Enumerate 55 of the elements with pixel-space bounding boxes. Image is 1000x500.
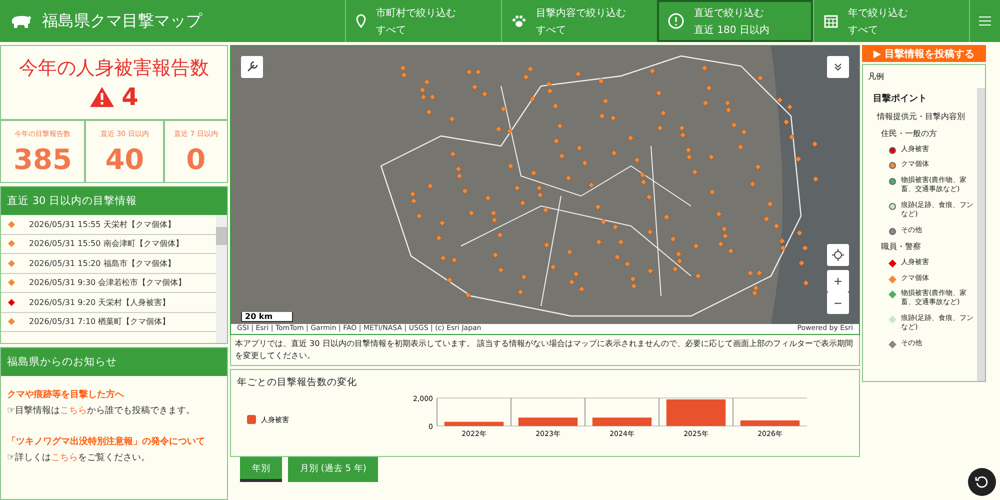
map-pin-icon <box>356 14 366 28</box>
bar <box>592 417 652 426</box>
chart-title: 年ごとの目撃報告数の変化 <box>237 376 358 389</box>
notice-text: ☞目撃情報はこちらから誰でも投稿できます。 <box>7 404 196 417</box>
stat-value: 40 <box>105 143 144 176</box>
locate-icon <box>832 249 844 261</box>
scrollbar[interactable] <box>216 215 227 343</box>
bar <box>740 420 800 426</box>
legend-group-title: 住民・一般の方 <box>880 128 938 139</box>
legend-heading: 目撃ポイント <box>873 92 928 105</box>
locate-button[interactable] <box>827 244 849 266</box>
refresh-icon <box>975 475 989 489</box>
refresh-button[interactable] <box>968 468 996 496</box>
sighting-row[interactable]: 2026/05/31 7:10 楢葉町【クマ個体】 <box>1 312 216 332</box>
bar <box>518 417 578 426</box>
wrench-icon <box>246 61 258 73</box>
app-title: 福島県クマ目撃マップ <box>42 10 202 32</box>
notice-heading: クマや痕跡等を目撃した方へ <box>7 388 125 401</box>
collapse-button[interactable] <box>827 56 849 78</box>
panel-title: 直近 30 日以内の目撃情報 <box>1 187 227 215</box>
menu-icon <box>979 16 991 26</box>
double-chevron-icon <box>833 62 843 72</box>
panel-title: 福島県からのお知らせ <box>1 348 227 376</box>
info-text: 本アプリでは、直近 30 日以内の目撃情報を初期表示しています。 該当する情報がない場合はマップに表示されませんので、必要に応じて画面上部のフィルターで表示期間を変更してください。 <box>230 335 860 366</box>
alert-icon <box>668 13 684 29</box>
sighting-text: 2026/05/31 9:20 天栄村【人身被害】 <box>29 296 170 308</box>
zoom-in-button[interactable]: + <box>827 270 849 292</box>
sighting-text: 2026/05/31 15:20 福島市【クマ個体】 <box>29 258 176 269</box>
notice-heading: 「ツキノワグマ出没特別注意報」の発令について <box>7 435 206 448</box>
calendar-icon <box>824 14 838 28</box>
sighting-text: 2026/05/31 15:55 天栄村【クマ個体】 <box>29 218 176 230</box>
scrollbar[interactable] <box>977 88 985 381</box>
sighting-row[interactable]: 2026/05/31 15:55 天栄村【クマ個体】 <box>1 215 216 234</box>
sighting-text: 2026/05/31 15:50 南会津町【クマ個体】 <box>29 238 184 250</box>
legend-title: 凡例 <box>867 71 885 83</box>
tools-button[interactable] <box>241 56 263 78</box>
sighting-row[interactable]: 2026/05/31 9:30 会津若松市【クマ個体】 <box>1 274 216 293</box>
scale-bar: 20 km <box>241 312 293 322</box>
sighting-row[interactable]: 2026/05/31 9:20 天栄村【人身被害】 <box>1 293 216 312</box>
zoom-out-button[interactable]: − <box>827 292 849 314</box>
stat-value: 0 <box>186 143 206 176</box>
sighting-text: 2026/05/31 7:10 楢葉町【クマ個体】 <box>29 316 170 328</box>
bar <box>666 398 726 426</box>
injury-count: 4 <box>122 82 138 110</box>
paw-icon <box>512 14 526 28</box>
stat-value: 385 <box>14 143 72 176</box>
warning-icon <box>90 86 114 106</box>
injury-title: 今年の人身被害報告数 <box>19 56 209 80</box>
sighting-row[interactable]: 2026/05/31 15:50 南会津町【クマ個体】 <box>1 234 216 254</box>
sighting-row[interactable]: 2026/05/31 15:20 福島市【クマ個体】 <box>1 254 216 274</box>
sighting-text: 2026/05/31 9:30 会津若松市【クマ個体】 <box>29 277 186 288</box>
bar <box>444 421 504 426</box>
notice-text: ☞詳しくはこちら をご覧ください。 <box>7 452 152 464</box>
legend-group-title: 職員・警察 <box>880 241 922 252</box>
legend-subheading: 情報提供元・目撃内容別 <box>876 111 966 122</box>
